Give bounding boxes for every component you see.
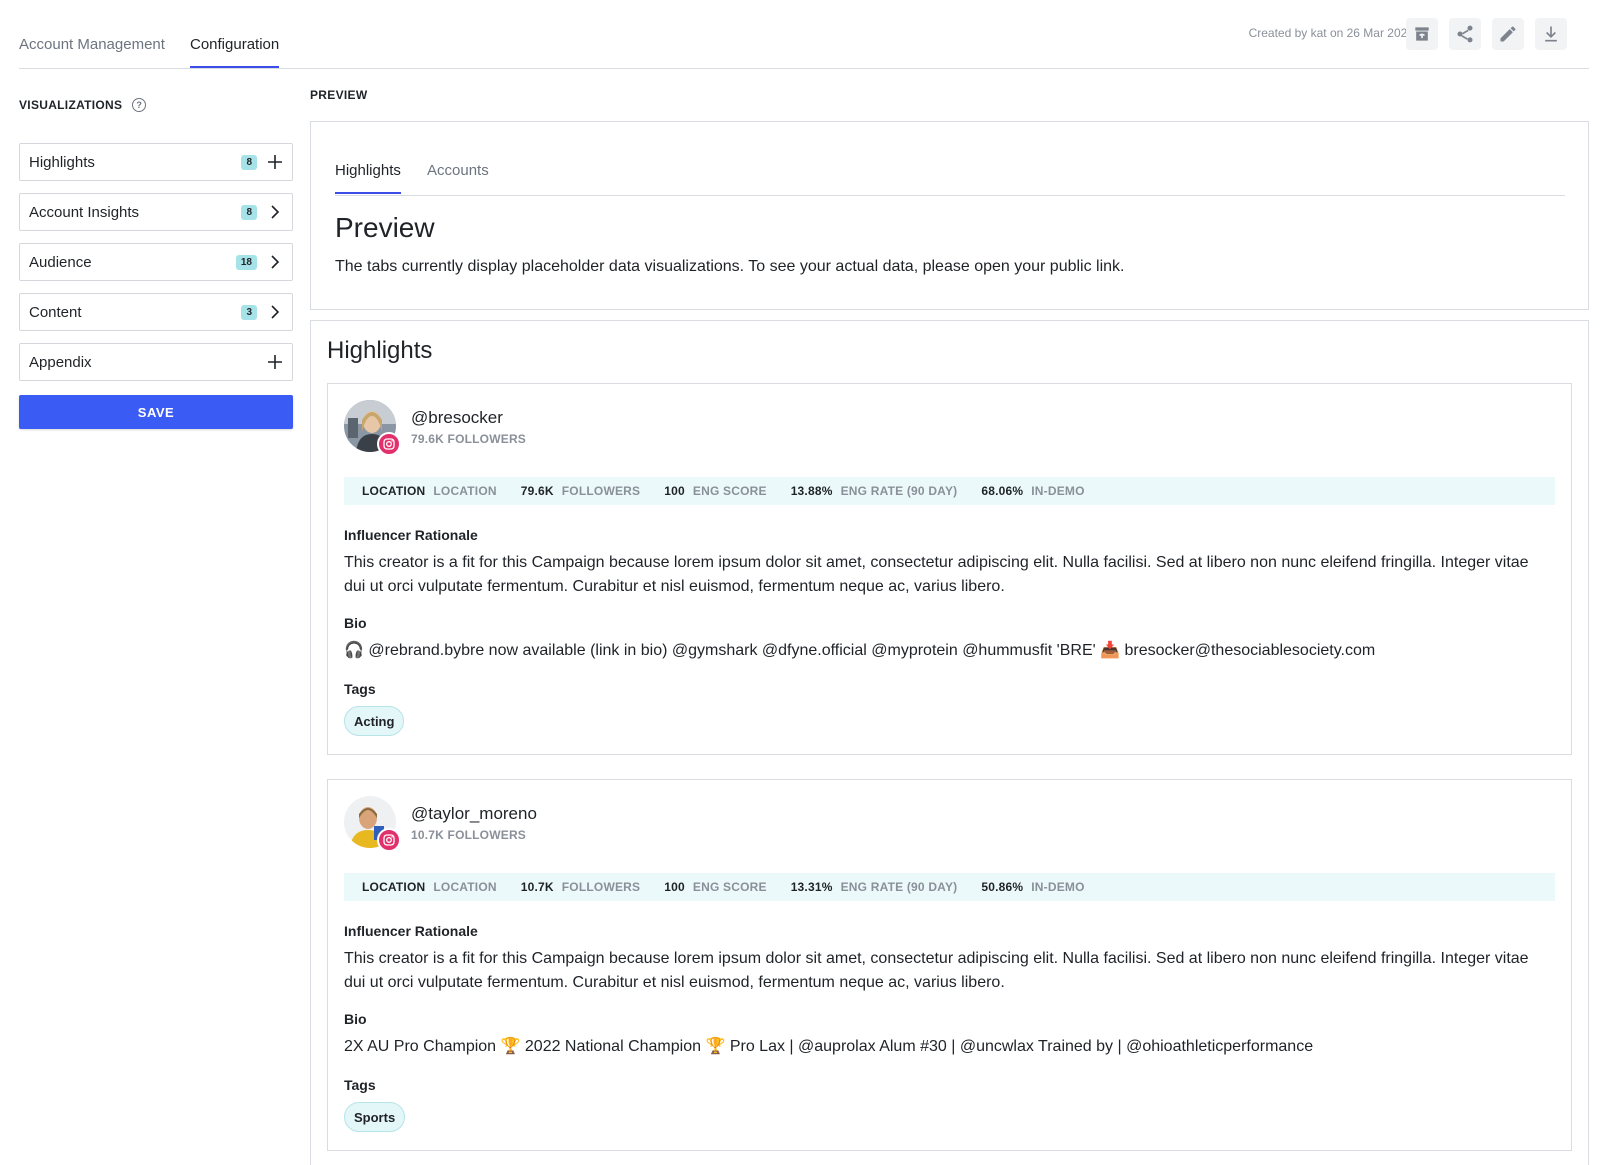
count-badge: 18 [235,254,257,270]
visualizations-title: VISUALIZATIONS ? [19,95,293,115]
instagram-icon [377,432,401,456]
rationale-text: This creator is a fit for this Campaign … [344,950,1529,991]
bio-text: 🎧 @rebrand.bybre now available (link in … [344,642,1376,659]
tags-title: Tags [344,681,376,697]
share-button[interactable] [1449,18,1481,50]
vis-item-account-insights[interactable]: Account Insights 8 [19,193,293,231]
stat-followers-label: FOLLOWERS [561,484,641,498]
stat-location-label: LOCATION [433,880,497,894]
tab-account-management[interactable]: Account Management [19,36,165,67]
edit-icon [1500,26,1516,42]
stat-in-demo-label: IN-DEMO [1031,880,1085,894]
influencer-handle[interactable]: @taylor_moreno [411,804,537,824]
count-badge: 3 [241,304,257,320]
archive-button[interactable] [1406,18,1438,50]
chevron-right-icon[interactable] [267,304,283,320]
share-icon [1457,25,1473,43]
chevron-right-icon[interactable] [267,254,283,270]
plus-icon[interactable] [267,354,283,370]
tab-highlights[interactable]: Highlights [335,162,401,194]
rationale-title: Influencer Rationale [344,923,478,939]
stat-in-demo-value: 68.06% [981,484,1024,498]
bio-title: Bio [344,615,367,631]
vis-item-label: Highlights [29,153,95,171]
vis-item-label: Account Insights [29,203,140,221]
stat-eng-score-label: ENG SCORE [692,484,767,498]
vis-item-highlights[interactable]: Highlights 8 [19,143,293,181]
stats-bar: LOCATION LOCATION 79.6K FOLLOWERS 100 EN… [344,477,1555,505]
rationale-title: Influencer Rationale [344,527,478,543]
vis-item-appendix[interactable]: Appendix [19,343,293,381]
preview-description: The tabs currently display placeholder d… [335,258,1125,275]
instagram-icon [377,828,401,852]
stats-bar: LOCATION LOCATION 10.7K FOLLOWERS 100 EN… [344,873,1555,901]
vis-item-label: Audience [29,253,92,271]
tags-title: Tags [344,1077,376,1093]
stat-in-demo-label: IN-DEMO [1031,484,1085,498]
influencer-card: @bresocker 79.6K FOLLOWERS LOCATION LOCA… [327,383,1572,755]
stat-location-value: LOCATION [362,880,426,894]
download-icon [1545,26,1557,42]
influencer-handle[interactable]: @bresocker [411,408,503,428]
stat-eng-score-value: 100 [664,484,685,498]
archive-icon [1415,27,1429,41]
vis-item-label: Content [29,303,82,321]
plus-icon[interactable] [267,154,283,170]
stat-eng-score-value: 100 [664,880,685,894]
created-by-text: Created by kat on 26 Mar 2025 [1248,26,1414,40]
visualizations-sidebar: VISUALIZATIONS ? Highlights 8 Account In… [19,95,293,429]
stat-eng-rate-label: ENG RATE (90 DAY) [840,484,958,498]
stat-followers-value: 10.7K [520,880,554,894]
stat-location-value: LOCATION [362,484,426,498]
count-badge: 8 [241,154,257,170]
bio-text: 2X AU Pro Champion 🏆 2022 National Champ… [344,1038,1314,1055]
stat-eng-rate-value: 13.88% [790,484,833,498]
stat-followers-value: 79.6K [520,484,554,498]
download-button[interactable] [1535,18,1567,50]
save-button[interactable]: SAVE [19,395,293,429]
bio-title: Bio [344,1011,367,1027]
chevron-right-icon[interactable] [267,204,283,220]
followers-count: 10.7K FOLLOWERS [411,828,527,842]
preview-heading: Preview [335,212,435,243]
stat-followers-label: FOLLOWERS [561,880,641,894]
vis-item-content[interactable]: Content 3 [19,293,293,331]
stat-eng-rate-value: 13.31% [790,880,833,894]
tab-accounts[interactable]: Accounts [427,162,489,193]
stat-location-label: LOCATION [433,484,497,498]
edit-button[interactable] [1492,18,1524,50]
tag-chip[interactable]: Acting [344,706,405,736]
vis-item-label: Appendix [29,353,92,371]
visualizations-title-text: VISUALIZATIONS [19,98,123,112]
stat-eng-rate-label: ENG RATE (90 DAY) [840,880,958,894]
help-icon[interactable]: ? [132,98,147,112]
tab-configuration[interactable]: Configuration [190,36,280,68]
highlights-heading: Highlights [327,337,433,364]
count-badge: 8 [241,204,257,220]
visualizations-list: Highlights 8 Account Insights 8 Audience… [19,143,293,381]
tag-chip[interactable]: Sports [344,1102,406,1132]
influencer-card: @taylor_moreno 10.7K FOLLOWERS LOCATION … [327,779,1572,1151]
stat-in-demo-value: 50.86% [981,880,1024,894]
highlights-section: Highlights @bresocker 79.6K FOLLOWERS LO… [310,320,1589,1165]
preview-card: Highlights Accounts Preview The tabs cur… [310,121,1589,310]
stat-eng-score-label: ENG SCORE [692,880,767,894]
followers-count: 79.6K FOLLOWERS [411,432,527,446]
rationale-text: This creator is a fit for this Campaign … [344,554,1529,595]
preview-tabs: Highlights Accounts [335,122,1565,196]
preview-section-label: PREVIEW [310,88,368,102]
vis-item-audience[interactable]: Audience 18 [19,243,293,281]
